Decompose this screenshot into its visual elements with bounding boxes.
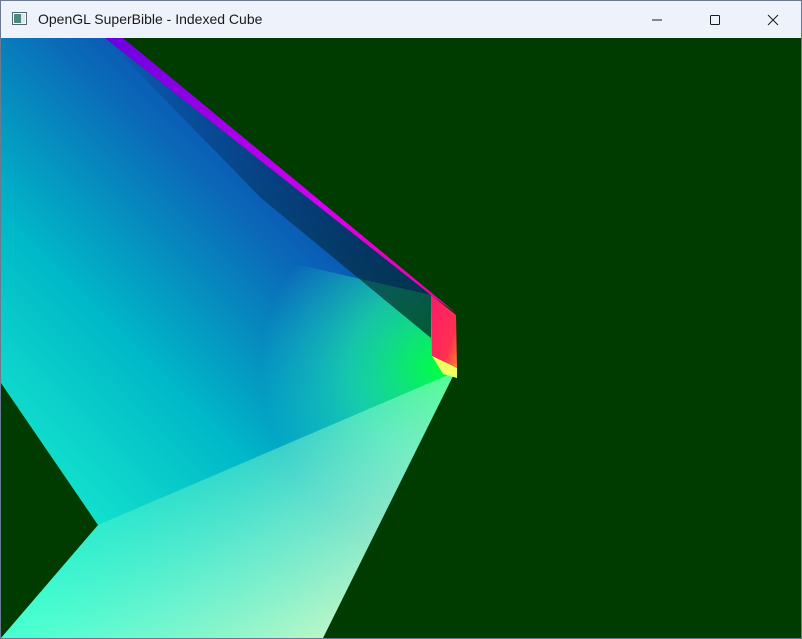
maximize-button[interactable] (686, 1, 744, 38)
minimize-button[interactable] (628, 1, 686, 38)
app-window: OpenGL SuperBible - Indexed Cube (0, 0, 802, 639)
minimize-icon (651, 14, 663, 26)
indexed-cube-render (1, 38, 457, 638)
maximize-icon (709, 14, 721, 26)
close-icon (767, 14, 779, 26)
opengl-render-canvas[interactable] (1, 38, 801, 638)
cube-face-red (431, 295, 457, 368)
close-button[interactable] (744, 1, 801, 38)
window-title: OpenGL SuperBible - Indexed Cube (38, 11, 263, 27)
app-window-icon (12, 12, 27, 25)
title-bar[interactable]: OpenGL SuperBible - Indexed Cube (1, 1, 801, 38)
